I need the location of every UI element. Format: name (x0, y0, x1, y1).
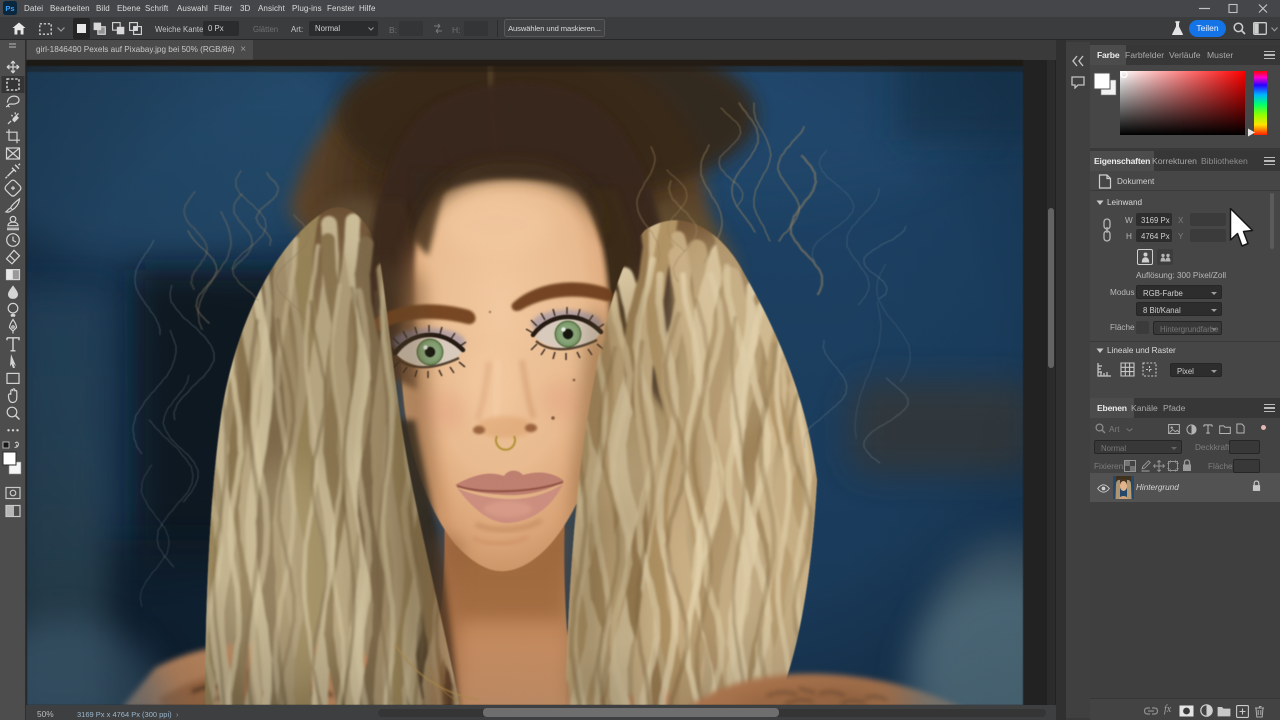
svg-text:Ps: Ps (5, 4, 14, 13)
